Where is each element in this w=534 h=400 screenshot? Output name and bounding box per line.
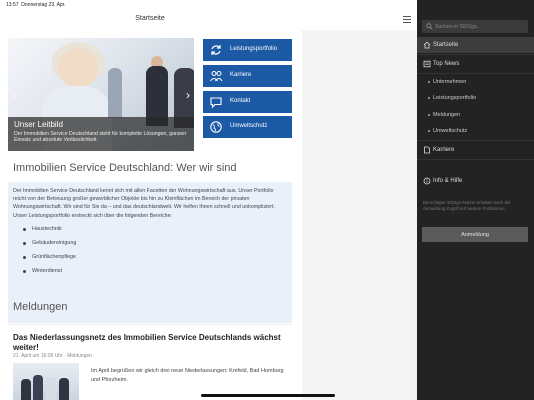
hamburger-icon[interactable] [402,14,412,24]
divider [417,159,534,160]
search-icon [426,23,433,30]
nav-item-top-news[interactable]: Top News [417,56,534,72]
login-button[interactable]: Anmeldung [422,227,528,242]
home-icon [423,41,431,49]
nav-item-karriere[interactable]: Karriere [417,142,534,158]
top-bar: Startseite [0,10,417,30]
list-item: Gebäudereinigung [23,240,287,254]
news-date: 21. April um 16:09 Uhr · Meldungen [13,353,92,359]
tile-leistungsportfolio[interactable]: Leistungsportfolio [203,39,292,61]
info-icon [423,177,431,185]
news-text: Im April begrüßen wir gleich drei neue N… [91,368,284,383]
hero-caption: Unser Leitbild Der Immobilien Service De… [8,117,194,151]
nav-label: Startseite [433,42,459,48]
tile-label: Leistungsportfolio [230,46,278,52]
nav-label: Info & Hilfe [433,178,463,184]
globe-icon [210,121,222,133]
refresh-icon [211,45,221,55]
tile-label: Kontakt [230,98,251,104]
bullet-icon [428,114,430,116]
tile-karriere[interactable]: Karriere [203,65,292,87]
hero-text: Der Immobilien Service Deutschland steht… [14,131,187,144]
about-title: Immobilien Service Deutschland: Wer wir … [13,162,237,174]
people-icon [210,71,223,82]
news-icon [423,60,431,68]
divider [417,54,534,55]
list-item: Haustechnik [23,226,287,240]
bullet-icon [428,97,430,99]
page-title: Startseite [135,15,165,22]
nav-sublabel: Leistungsportfolio [433,95,477,101]
services-list: Haustechnik Gebäudereinigung Grünflächen… [23,226,287,283]
chevron-left-icon[interactable]: ‹ [12,88,16,102]
news-card[interactable]: Das Niederlassungsnetz des Immobilien Se… [8,324,292,400]
nav-subitem-umweltschutz[interactable]: Umweltschutz [417,123,534,139]
side-drawer: Startseite Top News Unternehmen Leistung… [417,0,534,400]
speech-bubble-icon [210,97,222,109]
nav-sublabel: Umweltschutz [433,128,468,134]
chevron-right-icon[interactable]: › [186,88,190,102]
hero-photo-person [108,68,122,118]
search-input[interactable] [435,22,525,31]
list-item: Grünflächenpflege [23,254,287,268]
search-field[interactable] [422,20,528,33]
nav-subitem-unternehmen[interactable]: Unternehmen [417,74,534,90]
hero-heading: Unser Leitbild [14,120,63,129]
login-hint: Berechtigte ISD2go-Nutzer erhalten nach … [423,200,511,211]
tile-label: Umweltschutz [230,123,268,129]
about-text: Der Immobilien Service Deutschland kennt… [13,188,275,219]
divider [417,140,534,141]
news-title[interactable]: Das Niederlassungsnetz des Immobilien Se… [13,333,283,352]
list-item: Winterdienst [23,268,287,282]
status-time: 13:57 Donnerstag 23. Apr. [6,2,66,8]
bullet-icon [428,81,430,83]
nav-label: Karriere [433,147,455,153]
hero-photo-face [58,48,98,88]
tile-umweltschutz[interactable]: Umweltschutz [203,116,292,138]
nav-item-info-hilfe[interactable]: Info & Hilfe [417,173,534,189]
news-section-title: Meldungen [13,301,68,313]
tile-kontakt[interactable]: Kontakt [203,91,292,113]
nav-item-startseite[interactable]: Startseite [417,37,534,53]
nav-sublabel: Meldungen [433,112,461,118]
bullet-icon [428,130,430,132]
status-bar: 13:57 Donnerstag 23. Apr. [0,0,417,10]
home-indicator[interactable] [201,394,335,397]
news-image [13,363,79,400]
document-icon [424,146,430,154]
tile-label: Karriere [230,72,252,78]
content-background [302,30,417,400]
nav-subitem-leistungsportfolio[interactable]: Leistungsportfolio [417,90,534,106]
hero-slider[interactable]: ‹ › Unser Leitbild Der Immobilien Servic… [8,38,194,151]
nav-label: Top News [433,61,460,67]
main-area: 13:57 Donnerstag 23. Apr. Startseite ‹ ›… [0,0,417,400]
nav-subitem-meldungen[interactable]: Meldungen [417,107,534,123]
nav-sublabel: Unternehmen [433,79,467,85]
